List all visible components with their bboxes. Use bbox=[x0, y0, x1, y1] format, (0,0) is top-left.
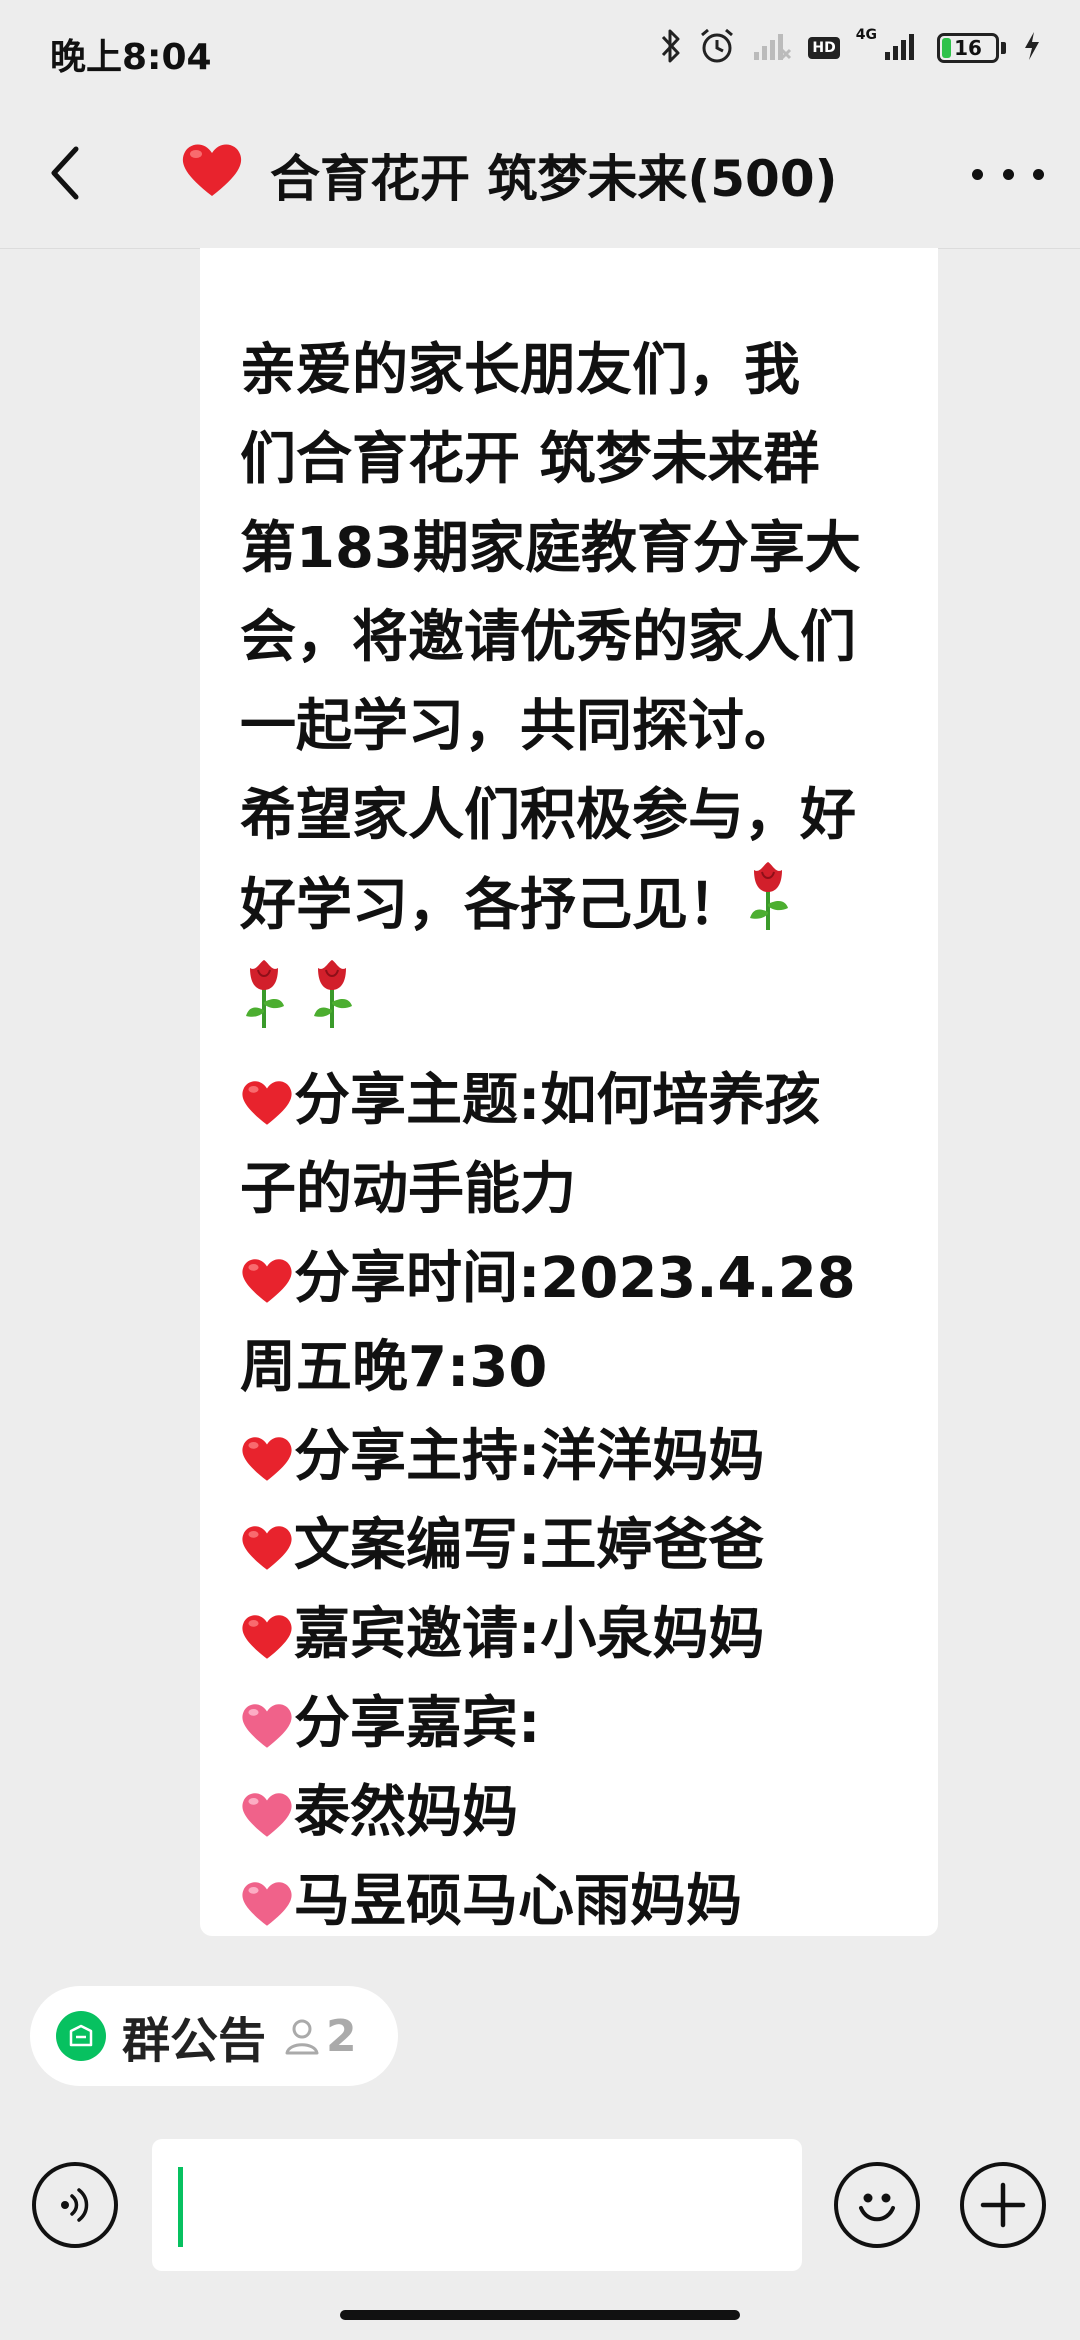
message-bubble[interactable]: 亲爱的家长朋友们，我 们合育花开 筑梦未来群 第183期家庭教育分享大 会，将邀… bbox=[200, 248, 938, 1936]
charging-icon bbox=[1022, 30, 1042, 66]
group-notice-button[interactable]: 群公告 2 bbox=[30, 1986, 398, 2086]
emoji-icon bbox=[859, 2193, 895, 2222]
status-time: 晚上8:04 bbox=[50, 37, 212, 78]
heart-emoji bbox=[240, 1255, 294, 1305]
message-line: 分享主持:洋洋妈妈 bbox=[240, 1412, 898, 1501]
back-button[interactable] bbox=[36, 138, 96, 208]
message-line: 亲爱的家长朋友们，我 bbox=[240, 338, 800, 403]
battery-tip bbox=[1001, 42, 1006, 54]
group-notice-count: 2 bbox=[326, 2010, 357, 2062]
hd-icon: HD bbox=[808, 37, 840, 59]
message-line-text: 分享时间:2023.4.28 bbox=[294, 1246, 856, 1311]
message-line bbox=[240, 958, 898, 1056]
chat-title-text: 合育花开 筑梦未来(500) bbox=[270, 150, 838, 208]
alarm-icon bbox=[698, 27, 736, 69]
heart-emoji bbox=[240, 1433, 294, 1483]
signal-weak-icon bbox=[752, 30, 792, 66]
message-line: 分享时间:2023.4.28 bbox=[240, 1234, 898, 1323]
voice-icon bbox=[61, 2188, 89, 2222]
message-line: 会，将邀请优秀的家人们 bbox=[240, 605, 856, 670]
message-line: 泰然妈妈 bbox=[240, 1768, 898, 1857]
message-line: 周五晚7:30 bbox=[240, 1335, 548, 1400]
rose-emoji bbox=[308, 958, 356, 1056]
rose-emoji bbox=[744, 860, 792, 958]
message-line-text: 分享主持:洋洋妈妈 bbox=[294, 1424, 765, 1489]
message-line: 第183期家庭教育分享大 bbox=[240, 516, 861, 581]
more-dot bbox=[972, 168, 983, 180]
pink-heart-emoji bbox=[240, 1789, 294, 1839]
heart-emoji bbox=[240, 1522, 294, 1572]
message-line: 分享主题:如何培养孩 bbox=[240, 1056, 898, 1145]
message-line: 分享嘉宾: bbox=[240, 1679, 898, 1768]
pink-heart-emoji bbox=[240, 1878, 294, 1928]
message-line-text: 好学习，各抒己见！ bbox=[240, 873, 744, 938]
heart-emoji bbox=[240, 1077, 294, 1127]
emoji-button[interactable] bbox=[834, 2162, 920, 2248]
person-icon bbox=[282, 2016, 322, 2056]
message-line-text: 分享嘉宾: bbox=[294, 1691, 541, 1756]
group-notice-label: 群公告 bbox=[122, 2013, 267, 2069]
status-icons: HD 4G 16 bbox=[660, 26, 1042, 70]
battery-fill bbox=[942, 38, 951, 58]
plus-button[interactable] bbox=[960, 2162, 1046, 2248]
plus-icon bbox=[980, 2182, 1026, 2228]
network-label: 4G bbox=[855, 27, 877, 43]
message-line: 文案编写:王婷爸爸 bbox=[240, 1501, 898, 1590]
more-button[interactable] bbox=[972, 144, 1044, 204]
message-line-text: 马昱硕马心雨妈妈 bbox=[294, 1869, 742, 1934]
home-indicator[interactable] bbox=[340, 2310, 740, 2320]
status-bar: 晚上8:04 HD 4G 16 bbox=[0, 0, 1080, 100]
more-dot bbox=[1002, 168, 1014, 180]
rose-emoji bbox=[240, 958, 288, 1056]
message-line: 子的动手能力 bbox=[240, 1157, 576, 1222]
message-line: 好学习，各抒己见！ bbox=[240, 860, 898, 958]
message-line: 们合育花开 筑梦未来群 bbox=[240, 427, 820, 492]
battery-icon: 16 bbox=[937, 33, 999, 63]
message-line-text: 嘉宾邀请:小泉妈妈 bbox=[294, 1602, 765, 1667]
bluetooth-icon bbox=[660, 28, 682, 68]
chevron-left-icon bbox=[51, 146, 79, 200]
message-line-text: 泰然妈妈 bbox=[294, 1780, 518, 1845]
voice-button[interactable] bbox=[32, 2162, 118, 2248]
chat-header: 合育花开 筑梦未来(500) bbox=[0, 100, 1080, 249]
heart-emoji bbox=[180, 140, 244, 210]
heart-emoji bbox=[240, 1611, 294, 1661]
message-line: 嘉宾邀请:小泉妈妈 bbox=[240, 1590, 898, 1679]
more-dot bbox=[1033, 168, 1044, 180]
pink-heart-emoji bbox=[240, 1700, 294, 1750]
message-line: 希望家人们积极参与，好 bbox=[240, 783, 856, 848]
input-bar bbox=[0, 2130, 1080, 2280]
notice-icon bbox=[56, 2011, 106, 2061]
message-line: 马昱硕马心雨妈妈 bbox=[240, 1857, 898, 1946]
chat-screen: 晚上8:04 HD 4G 16 合育花开 筑梦未来(500) 亲爱的家长朋友们，… bbox=[0, 0, 1080, 2340]
chat-title: 合育花开 筑梦未来(500) bbox=[180, 140, 837, 210]
message-input[interactable] bbox=[152, 2139, 802, 2271]
text-caret bbox=[178, 2167, 183, 2247]
signal-4g-icon bbox=[881, 30, 921, 66]
message-line: 一起学习，共同探讨。 bbox=[240, 694, 800, 759]
battery-level: 16 bbox=[954, 36, 982, 60]
message-line-text: 分享主题:如何培养孩 bbox=[294, 1068, 821, 1133]
message-line-text: 文案编写:王婷爸爸 bbox=[294, 1513, 765, 1578]
